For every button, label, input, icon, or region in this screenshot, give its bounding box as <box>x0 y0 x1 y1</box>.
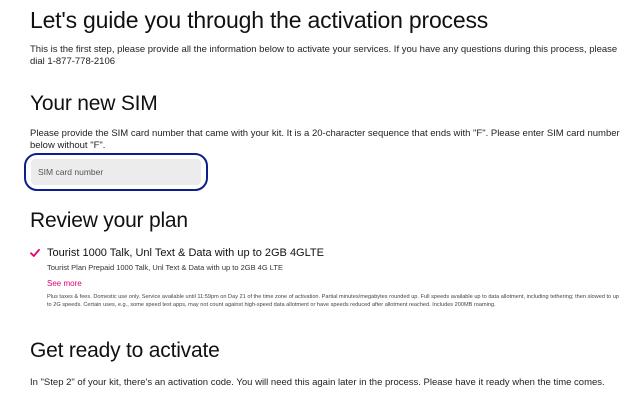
sim-card-number-input[interactable] <box>31 159 201 185</box>
checkmark-icon <box>30 248 40 257</box>
sim-input-focus-ring <box>24 153 208 191</box>
ready-description: In "Step 2" of your kit, there's an acti… <box>30 377 605 388</box>
ready-section-title: Get ready to activate <box>30 339 220 362</box>
sim-section-title: Your new SIM <box>30 92 158 115</box>
page-title: Let's guide you through the activation p… <box>30 7 489 33</box>
plan-subtitle: Tourist Plan Prepaid 1000 Talk, Unl Text… <box>47 263 283 272</box>
plan-name: Tourist 1000 Talk, Unl Text & Data with … <box>47 247 324 259</box>
plan-section-title: Review your plan <box>30 209 188 232</box>
sim-description: Please provide the SIM card number that … <box>30 128 620 151</box>
see-more-link[interactable]: See more <box>47 279 82 289</box>
intro-text: This is the first step, please provide a… <box>30 44 618 67</box>
plan-fineprint: Plus taxes & fees. Domestic use only. Se… <box>47 294 619 308</box>
